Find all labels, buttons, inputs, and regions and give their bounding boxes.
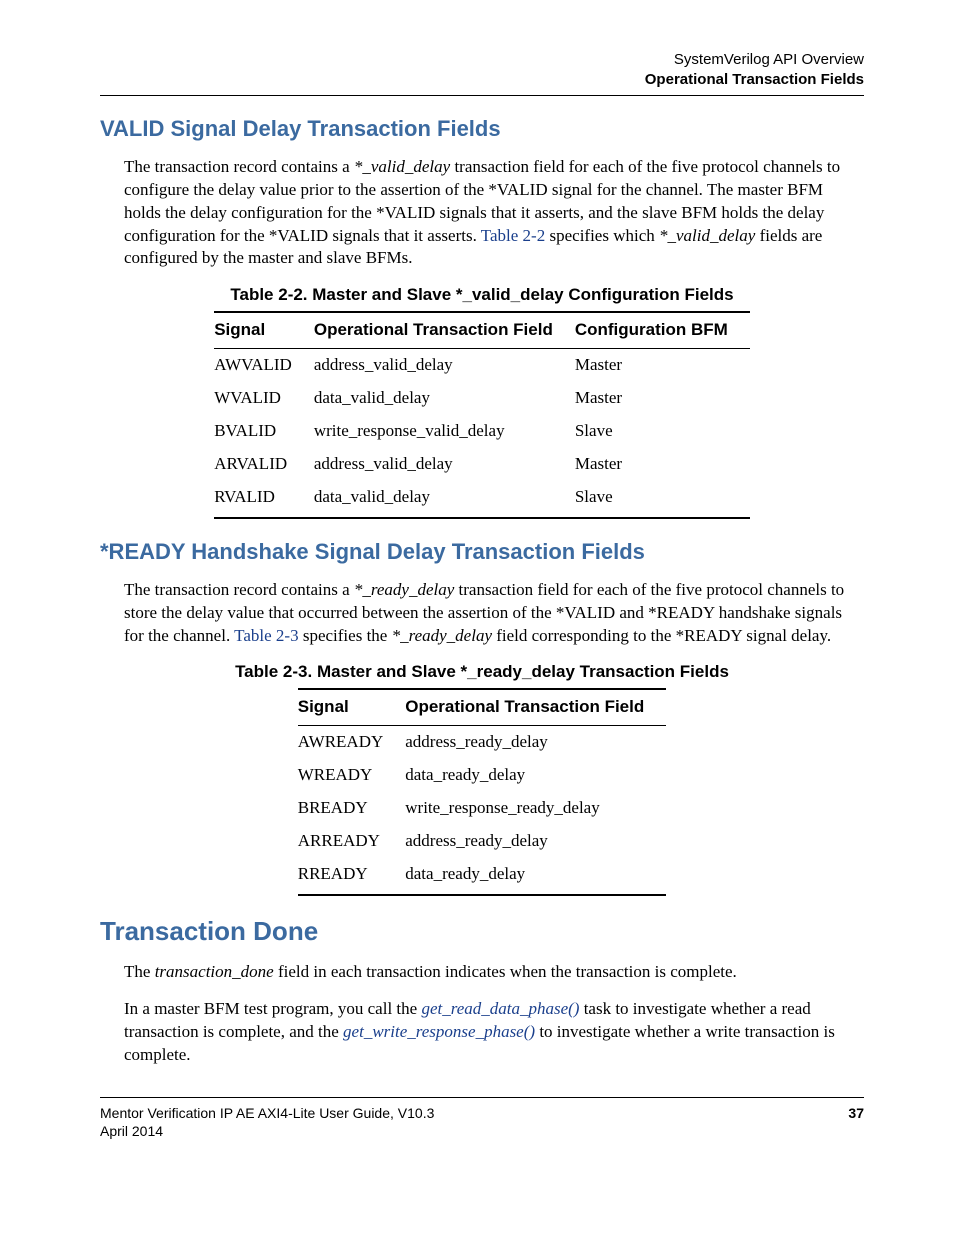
cell: address_ready_delay: [405, 726, 666, 759]
cell: Master: [575, 382, 750, 415]
table-row: ARVALIDaddress_valid_delayMaster: [214, 448, 750, 481]
col-op-field: Operational Transaction Field: [314, 312, 575, 348]
text: field corresponding to the *READY signal…: [492, 626, 831, 645]
xref-get-write-response-phase[interactable]: get_write_response_phase(): [343, 1022, 535, 1041]
table-row: WREADYdata_ready_delay: [298, 759, 667, 792]
text: The transaction record contains a: [124, 580, 354, 599]
term-ready-delay: *_ready_delay: [392, 626, 492, 645]
table-row: AWVALIDaddress_valid_delayMaster: [214, 349, 750, 382]
table-row: AWREADYaddress_ready_delay: [298, 726, 667, 759]
table-row: WVALIDdata_valid_delayMaster: [214, 382, 750, 415]
term-ready-delay: *_ready_delay: [354, 580, 454, 599]
table-row: ARREADYaddress_ready_delay: [298, 825, 667, 858]
cell: RREADY: [298, 858, 406, 895]
table-2-3: Signal Operational Transaction Field AWR…: [298, 688, 667, 896]
xref-get-read-data-phase[interactable]: get_read_data_phase(): [421, 999, 579, 1018]
para-transaction-done-1: The transaction_done field in each trans…: [124, 961, 864, 984]
para-valid-delay-intro: The transaction record contains a *_vali…: [124, 156, 864, 271]
para-ready-delay-intro: The transaction record contains a *_read…: [124, 579, 864, 648]
text: field in each transaction indicates when…: [274, 962, 737, 981]
cell: BREADY: [298, 792, 406, 825]
col-signal: Signal: [298, 689, 406, 725]
text: The transaction record contains a: [124, 157, 354, 176]
header-rule: [100, 95, 864, 96]
cell: AWVALID: [214, 349, 314, 382]
xref-table-2-2[interactable]: Table 2-2: [481, 226, 545, 245]
cell: data_ready_delay: [405, 858, 666, 895]
cell: data_valid_delay: [314, 382, 575, 415]
cell: Slave: [575, 415, 750, 448]
cell: address_valid_delay: [314, 349, 575, 382]
heading-transaction-done: Transaction Done: [100, 914, 864, 949]
footer-doc-title: Mentor Verification IP AE AXI4-Lite User…: [100, 1105, 434, 1121]
cell: data_valid_delay: [314, 481, 575, 518]
footer-rule: [100, 1097, 864, 1098]
cell: write_response_valid_delay: [314, 415, 575, 448]
page-footer: Mentor Verification IP AE AXI4-Lite User…: [100, 1104, 864, 1140]
cell: ARREADY: [298, 825, 406, 858]
text: The: [124, 962, 155, 981]
table-header-row: Signal Operational Transaction Field: [298, 689, 667, 725]
term-valid-delay: *_valid_delay: [354, 157, 450, 176]
cell: AWREADY: [298, 726, 406, 759]
para-transaction-done-2: In a master BFM test program, you call t…: [124, 998, 864, 1067]
cell: Master: [575, 349, 750, 382]
col-signal: Signal: [214, 312, 314, 348]
table-row: RREADYdata_ready_delay: [298, 858, 667, 895]
table-row: BREADYwrite_response_ready_delay: [298, 792, 667, 825]
cell: write_response_ready_delay: [405, 792, 666, 825]
cell: address_ready_delay: [405, 825, 666, 858]
page-header: SystemVerilog API Overview Operational T…: [100, 50, 864, 89]
cell: data_ready_delay: [405, 759, 666, 792]
cell: BVALID: [214, 415, 314, 448]
text: In a master BFM test program, you call t…: [124, 999, 421, 1018]
term-transaction-done: transaction_done: [155, 962, 274, 981]
header-line-1: SystemVerilog API Overview: [100, 50, 864, 70]
table-2-2: Signal Operational Transaction Field Con…: [214, 311, 750, 519]
cell: ARVALID: [214, 448, 314, 481]
cell: Slave: [575, 481, 750, 518]
text: specifies the: [299, 626, 392, 645]
table-row: BVALIDwrite_response_valid_delaySlave: [214, 415, 750, 448]
header-line-2: Operational Transaction Fields: [100, 70, 864, 90]
table-2-3-caption: Table 2-3. Master and Slave *_ready_dela…: [100, 661, 864, 684]
col-config-bfm: Configuration BFM: [575, 312, 750, 348]
cell: WVALID: [214, 382, 314, 415]
xref-table-2-3[interactable]: Table 2-3: [234, 626, 298, 645]
text: specifies which: [545, 226, 659, 245]
table-header-row: Signal Operational Transaction Field Con…: [214, 312, 750, 348]
cell: Master: [575, 448, 750, 481]
cell: WREADY: [298, 759, 406, 792]
footer-date: April 2014: [100, 1123, 163, 1139]
cell: address_valid_delay: [314, 448, 575, 481]
cell: RVALID: [214, 481, 314, 518]
table-2-2-caption: Table 2-2. Master and Slave *_valid_dela…: [100, 284, 864, 307]
footer-left: Mentor Verification IP AE AXI4-Lite User…: [100, 1104, 434, 1140]
table-row: RVALIDdata_valid_delaySlave: [214, 481, 750, 518]
page-number: 37: [848, 1104, 864, 1140]
col-op-field: Operational Transaction Field: [405, 689, 666, 725]
heading-valid-signal-delay: VALID Signal Delay Transaction Fields: [100, 114, 864, 144]
heading-ready-handshake: *READY Handshake Signal Delay Transactio…: [100, 537, 864, 567]
term-valid-delay: *_valid_delay: [659, 226, 755, 245]
